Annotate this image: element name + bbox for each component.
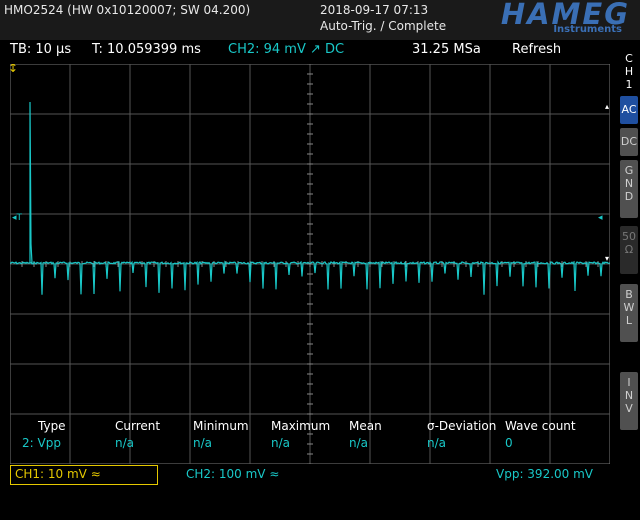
button-label: G N D — [624, 164, 634, 203]
trigger-position-marker: ↕ — [10, 64, 18, 75]
device-info: HMO2524 (HW 0x10120007; SW 04.200) — [4, 3, 251, 17]
timebase: TB: 10 µs — [10, 42, 72, 57]
trigger-setting: CH2: 94 mV ↗ DC — [228, 42, 345, 57]
meas-header-type: Type — [38, 419, 66, 433]
meas-row-minimum: n/a — [193, 436, 213, 450]
channel-char: C — [625, 52, 633, 65]
scroll-down-arrow[interactable]: ▾ — [605, 254, 609, 263]
ch2-setting[interactable]: CH2: 100 mV ≈ — [186, 467, 279, 481]
meas-row-current: n/a — [115, 436, 135, 450]
trigger-time: T: 10.059399 ms — [92, 42, 201, 57]
button-label: I N V — [624, 376, 634, 415]
coupling-gnd-button[interactable]: G N D — [620, 160, 638, 218]
bandwidth-limit-button[interactable]: B W L — [620, 284, 638, 342]
sample-rate: 31.25 MSa — [412, 42, 481, 57]
channel-char: H — [624, 65, 634, 78]
scroll-up-arrow[interactable]: ▴ — [605, 102, 609, 111]
meas-row-wavecount: 0 — [505, 436, 513, 450]
channel-char: 1 — [625, 78, 633, 91]
button-label: AC — [621, 103, 637, 116]
meas-header-current: Current — [115, 419, 161, 433]
hameg-logo: HAMEG Instruments — [454, 0, 630, 37]
button-label: 50 Ω — [622, 230, 636, 256]
meas-row-sigma: n/a — [427, 436, 447, 450]
meas-row-mean: n/a — [349, 436, 369, 450]
meas-header-maximum: Maximum — [271, 419, 331, 433]
datetime: 2018-09-17 07:13 — [320, 3, 429, 17]
coupling-dc-button[interactable]: DC — [620, 128, 638, 156]
status-bar: TB: 10 µs T: 10.059399 ms CH2: 94 mV ↗ D… — [0, 40, 616, 60]
measurement-table: Type Current Minimum Maximum Mean σ-Devi… — [0, 415, 616, 465]
channel-label: C H 1 — [620, 50, 638, 92]
meas-header-wavecount: Wave count — [505, 419, 576, 433]
acq-mode: Refresh — [512, 42, 562, 57]
trigger-level-marker-right: ◂ — [598, 213, 603, 223]
meas-row-type: 2: Vpp — [22, 436, 61, 450]
brand-sub: Instruments — [553, 24, 622, 35]
trigger-level-marker: ◂T — [12, 213, 23, 223]
ch1-setting[interactable]: CH1: 10 mV ≈ — [10, 465, 158, 485]
coupling-ac-button[interactable]: AC — [620, 96, 638, 124]
channel-bar: CH1: 10 mV ≈ CH2: 100 mV ≈ Vpp: 392.00 m… — [0, 463, 616, 487]
impedance-50ohm-button[interactable]: 50 Ω — [620, 226, 638, 274]
meas-header-mean: Mean — [349, 419, 382, 433]
ch1-label: CH1: 10 mV ≈ — [15, 467, 101, 481]
acquisition-mode: Auto-Trig. / Complete — [320, 19, 447, 33]
header-bar: HMO2524 (HW 0x10120007; SW 04.200) 2018-… — [0, 0, 640, 40]
meas-header-sigma: σ-Deviation — [427, 419, 497, 433]
trigger-time-marker: ▿ — [307, 64, 312, 65]
waveform-display[interactable]: ◂T ◂ 2 ▴ ▾ ↕ ▿ — [10, 64, 610, 464]
button-label: DC — [620, 135, 638, 148]
meas-row-maximum: n/a — [271, 436, 291, 450]
invert-button[interactable]: I N V — [620, 372, 638, 430]
meas-header-minimum: Minimum — [193, 419, 249, 433]
button-label: B W L — [623, 288, 635, 327]
vpp-readout: Vpp: 392.00 mV — [496, 467, 594, 481]
